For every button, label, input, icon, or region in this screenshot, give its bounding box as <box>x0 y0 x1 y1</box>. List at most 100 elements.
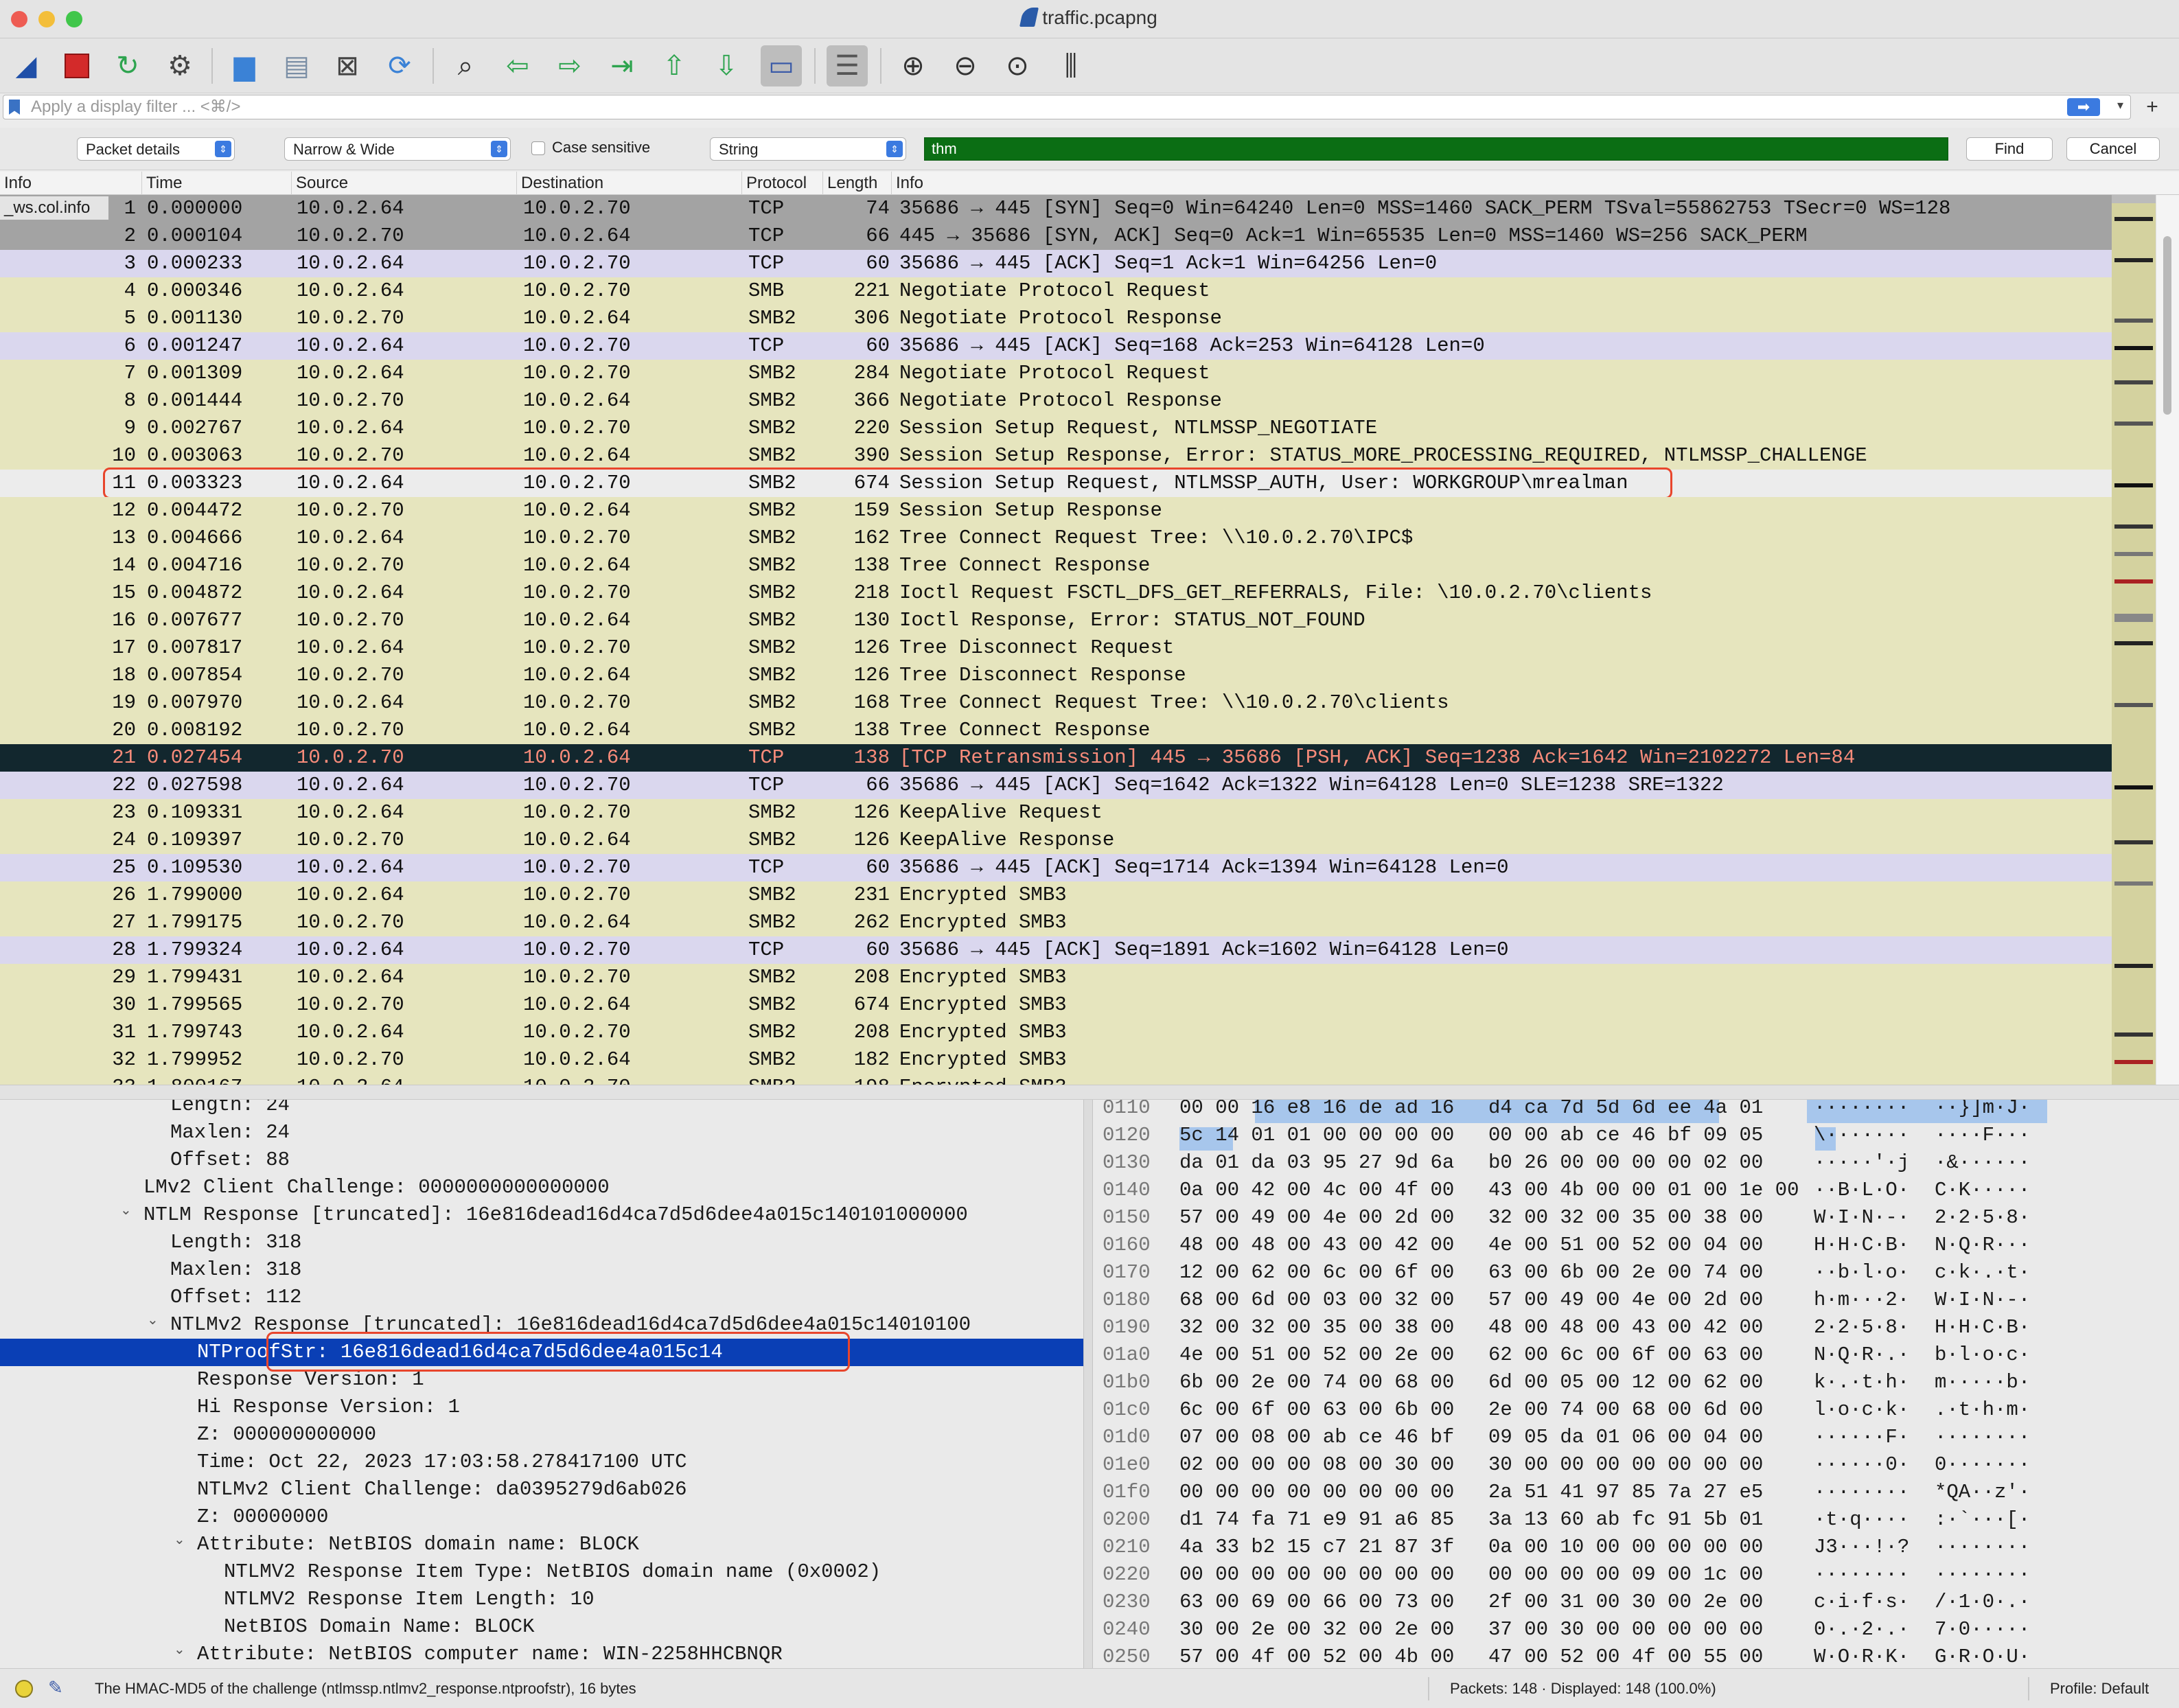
find-button[interactable]: Find <box>1966 137 2053 161</box>
chevron-down-icon[interactable]: ⌄ <box>147 1311 159 1328</box>
gear-icon[interactable]: ⚙ <box>159 45 200 86</box>
ascii-bytes[interactable]: ········ <box>1814 1479 1909 1506</box>
packet-minimap[interactable] <box>2112 195 2156 1085</box>
ascii-bytes[interactable]: H·H·C·B· <box>1814 1232 1909 1259</box>
hex-bytes[interactable]: 32 00 32 00 35 00 38 00 <box>1179 1314 1454 1341</box>
packet-row[interactable]: 2 0.000104 10.0.2.70 10.0.2.64 TCP 66 445 → 35… <box>0 222 2112 250</box>
hex-bytes[interactable]: 07 00 08 00 ab ce 46 bf <box>1179 1424 1454 1451</box>
ascii-bytes[interactable]: ····F··· <box>1935 1122 2030 1149</box>
details-bytes-divider[interactable] <box>1083 1100 1093 1668</box>
detail-line[interactable]: Length: 318 <box>170 1229 301 1256</box>
hex-bytes[interactable]: 5c 14 01 01 00 00 00 00 <box>1179 1122 1454 1149</box>
detail-line[interactable]: Attribute: NetBIOS computer name: WIN-22… <box>197 1641 783 1668</box>
column-header-length[interactable]: Length <box>822 172 891 195</box>
byte-offset[interactable]: 0110 <box>1103 1100 1151 1122</box>
ascii-bytes[interactable]: ··B·L·O· <box>1814 1177 1909 1204</box>
profile-selector[interactable]: Profile: Default <box>2050 1680 2149 1698</box>
char-width-select[interactable]: Narrow & Wide ⇕ <box>284 137 511 161</box>
byte-offset[interactable]: 0230 <box>1103 1589 1151 1616</box>
ascii-bytes[interactable]: G·R·O·U· <box>1935 1643 2030 1668</box>
ascii-bytes[interactable]: W·I·N·-· <box>1814 1204 1909 1232</box>
byte-offset[interactable]: 0220 <box>1103 1561 1151 1589</box>
packet-row[interactable]: 30 1.799565 10.0.2.70 10.0.2.64 SMB2 674 Encry… <box>0 991 2112 1019</box>
case-sensitive-checkbox[interactable] <box>531 141 545 155</box>
ascii-bytes[interactable]: C·K····· <box>1935 1177 2030 1204</box>
packet-row[interactable]: 28 1.799324 10.0.2.64 10.0.2.70 TCP 60 35686 →… <box>0 936 2112 964</box>
last-packet-icon[interactable]: ⇩ <box>706 45 747 86</box>
hex-bytes[interactable]: 30 00 00 00 00 00 00 00 <box>1488 1451 1763 1479</box>
ascii-bytes[interactable]: c·k·.·t· <box>1935 1259 2030 1286</box>
search-type-select[interactable]: String ⇕ <box>710 137 906 161</box>
hex-bytes[interactable]: d1 74 fa 71 e9 91 a6 85 <box>1179 1506 1454 1534</box>
hex-bytes[interactable]: 57 00 4f 00 52 00 4b 00 <box>1179 1643 1454 1668</box>
ascii-bytes[interactable]: ·····'·j <box>1814 1149 1909 1177</box>
hex-bytes[interactable]: 00 00 16 e8 16 de ad 16 <box>1179 1100 1454 1122</box>
ascii-bytes[interactable]: :·`···[· <box>1935 1506 2030 1534</box>
packet-row[interactable]: 29 1.799431 10.0.2.64 10.0.2.70 SMB2 208 Encry… <box>0 964 2112 991</box>
ascii-bytes[interactable]: 2·2·5·8· <box>1935 1204 2030 1232</box>
ascii-bytes[interactable]: N·Q·R·.· <box>1814 1341 1909 1369</box>
ascii-bytes[interactable]: l·o·c·k· <box>1814 1396 1909 1424</box>
close-file-icon[interactable]: ⊠ <box>327 45 368 86</box>
hex-bytes[interactable]: 47 00 52 00 4f 00 55 00 <box>1488 1643 1763 1668</box>
packet-row[interactable]: 32 1.799952 10.0.2.70 10.0.2.64 SMB2 182 Encry… <box>0 1046 2112 1074</box>
packet-list-scrollbar[interactable] <box>2156 195 2179 1085</box>
ascii-bytes[interactable]: \······· <box>1814 1122 1909 1149</box>
packet-row[interactable]: 4 0.000346 10.0.2.64 10.0.2.70 SMB 221 Negotia… <box>0 277 2112 305</box>
ascii-bytes[interactable]: /·1·0·.· <box>1935 1589 2030 1616</box>
ascii-bytes[interactable]: N·Q·R··· <box>1935 1232 2030 1259</box>
hex-bytes[interactable]: 4e 00 51 00 52 00 2e 00 <box>1179 1341 1454 1369</box>
packet-row[interactable]: 33 1.800167 10.0.2.64 10.0.2.70 SMB2 198 Encry… <box>0 1074 2112 1085</box>
hex-bytes[interactable]: 0a 00 10 00 00 00 00 00 <box>1488 1534 1763 1561</box>
ascii-bytes[interactable]: ········ <box>1935 1424 2030 1451</box>
detail-line[interactable]: NetBIOS Domain Name: BLOCK <box>224 1613 534 1641</box>
byte-offset[interactable]: 0160 <box>1103 1232 1151 1259</box>
stop-icon[interactable] <box>56 45 97 86</box>
ascii-bytes[interactable]: J3···!·? <box>1814 1534 1909 1561</box>
ascii-bytes[interactable]: ··b·l·o· <box>1814 1259 1909 1286</box>
ascii-bytes[interactable]: .·t·h·m· <box>1935 1396 2030 1424</box>
byte-offset[interactable]: 0140 <box>1103 1177 1151 1204</box>
column-header-info-side[interactable]: Info <box>0 172 110 195</box>
reload-icon[interactable]: ⟳ <box>379 45 420 86</box>
detail-line[interactable]: Attribute: NetBIOS domain name: BLOCK <box>197 1531 639 1558</box>
packet-row[interactable]: 13 0.004666 10.0.2.64 10.0.2.70 SMB2 162 Tree … <box>0 524 2112 552</box>
detail-line[interactable]: Z: 000000000000 <box>197 1421 376 1449</box>
ascii-bytes[interactable]: ······F· <box>1814 1424 1909 1451</box>
hex-bytes[interactable]: 2a 51 41 97 85 7a 27 e5 <box>1488 1479 1763 1506</box>
cancel-button[interactable]: Cancel <box>2066 137 2160 161</box>
packet-row[interactable]: 1 0.000000 10.0.2.64 10.0.2.70 TCP 74 35686 → … <box>0 195 2112 222</box>
add-filter-button[interactable]: + <box>2135 95 2169 119</box>
hex-bytes[interactable]: d4 ca 7d 5d 6d ee 4a 01 <box>1488 1100 1763 1122</box>
byte-offset[interactable]: 01b0 <box>1103 1369 1151 1396</box>
ascii-bytes[interactable]: 0······· <box>1935 1451 2030 1479</box>
packet-row[interactable]: 24 0.109397 10.0.2.70 10.0.2.64 SMB2 126 KeepA… <box>0 827 2112 854</box>
packet-row[interactable]: 19 0.007970 10.0.2.64 10.0.2.70 SMB2 168 Tree … <box>0 689 2112 717</box>
ascii-bytes[interactable]: m·····b· <box>1935 1369 2030 1396</box>
byte-offset[interactable]: 0200 <box>1103 1506 1151 1534</box>
hex-bytes[interactable]: 0a 00 42 00 4c 00 4f 00 <box>1179 1177 1454 1204</box>
hex-bytes[interactable]: 63 00 69 00 66 00 73 00 <box>1179 1589 1454 1616</box>
ascii-bytes[interactable]: W·I·N·-· <box>1935 1286 2030 1314</box>
detail-line[interactable]: NTLMV2 Response Item Length: 10 <box>224 1586 595 1613</box>
hex-bytes[interactable]: 6c 00 6f 00 63 00 6b 00 <box>1179 1396 1454 1424</box>
packet-row[interactable]: 15 0.004872 10.0.2.64 10.0.2.70 SMB2 218 Ioctl… <box>0 579 2112 607</box>
open-folder-icon[interactable]: ▆ <box>224 45 265 86</box>
search-in-select[interactable]: Packet details ⇕ <box>77 137 235 161</box>
byte-offset[interactable]: 0150 <box>1103 1204 1151 1232</box>
byte-offset[interactable]: 01d0 <box>1103 1424 1151 1451</box>
hex-bytes[interactable]: 57 00 49 00 4e 00 2d 00 <box>1179 1204 1454 1232</box>
detail-line[interactable]: LMv2 Client Challenge: 0000000000000000 <box>143 1174 610 1201</box>
packet-row[interactable]: 27 1.799175 10.0.2.70 10.0.2.64 SMB2 262 Encry… <box>0 909 2112 936</box>
hex-bytes[interactable]: 3a 13 60 ab fc 91 5b 01 <box>1488 1506 1763 1534</box>
ascii-bytes[interactable]: ········ <box>1935 1561 2030 1589</box>
detail-line[interactable]: Maxlen: 318 <box>170 1256 301 1284</box>
detail-line[interactable]: Time: Oct 22, 2023 17:03:58.278417100 UT… <box>197 1449 687 1476</box>
packet-row[interactable]: 22 0.027598 10.0.2.64 10.0.2.70 TCP 66 35686 →… <box>0 772 2112 799</box>
detail-line[interactable]: NTLMV2 Response Item Type: NetBIOS domai… <box>224 1558 881 1586</box>
ascii-bytes[interactable]: ·&······ <box>1935 1149 2030 1177</box>
packet-row[interactable]: 14 0.004716 10.0.2.70 10.0.2.64 SMB2 138 Tree … <box>0 552 2112 579</box>
first-packet-icon[interactable]: ⇧ <box>654 45 695 86</box>
filter-history-dropdown[interactable]: ▾ <box>2117 98 2123 113</box>
byte-offset[interactable]: 01f0 <box>1103 1479 1151 1506</box>
